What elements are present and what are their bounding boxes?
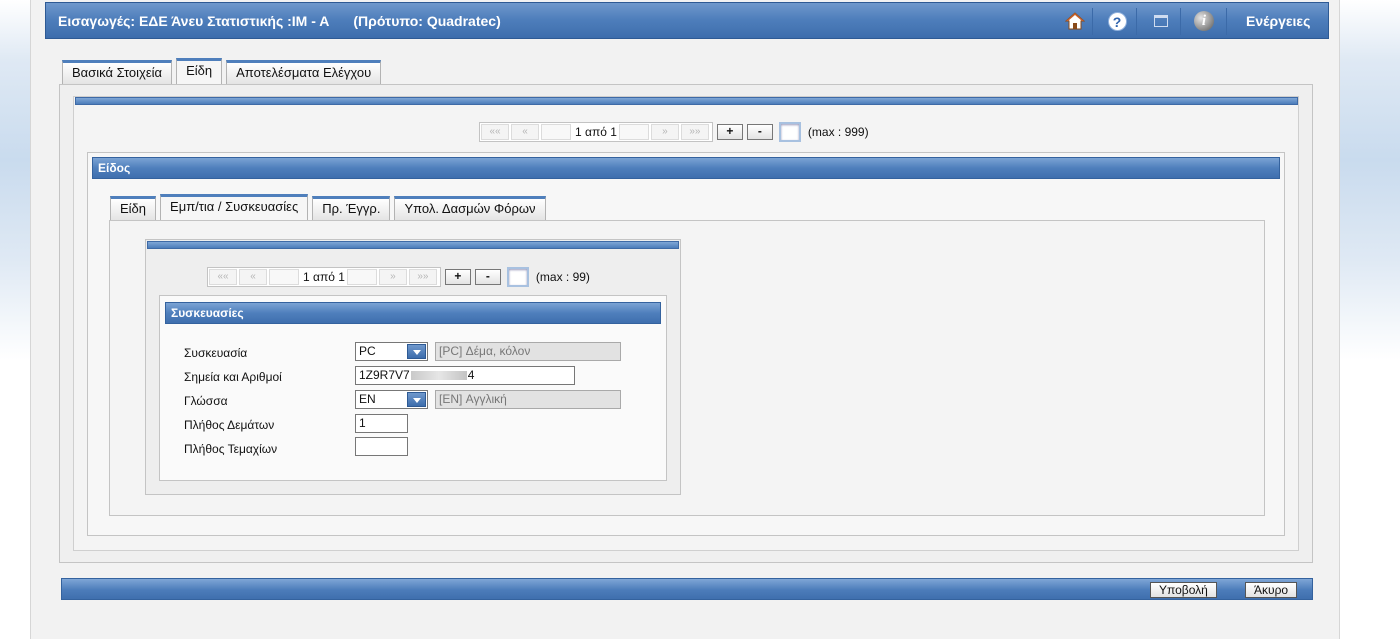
- go-to-package-input[interactable]: [506, 267, 529, 287]
- marks-value-end: 4: [467, 368, 475, 382]
- pager-controls: «« « 1 από 1 » »»: [479, 122, 713, 142]
- marks-numbers-label: Σημεία και Αριθμοί: [184, 370, 282, 384]
- toolbar-separator: [1180, 8, 1181, 35]
- add-item-button[interactable]: +: [716, 124, 743, 140]
- last-page-button[interactable]: »»: [408, 269, 437, 285]
- prev-page-button[interactable]: «: [511, 124, 539, 140]
- language-select[interactable]: EN: [355, 390, 428, 409]
- tab-basic-info[interactable]: Βασικά Στοιχεία: [62, 60, 173, 84]
- title-bar: Εισαγωγές: ΕΔΕ Άνευ Στατιστικής :IM - A (…: [45, 2, 1329, 39]
- tab-previous-documents[interactable]: Πρ. Έγγρ.: [312, 196, 391, 220]
- main-tabs: Βασικά Στοιχεία Είδη Αποτελέσματα Ελέγχο…: [62, 58, 385, 84]
- marks-value-start: 1Z9R7V7: [359, 368, 410, 382]
- packages-top-bar: [147, 241, 679, 249]
- actions-menu[interactable]: Ενέργειες: [1246, 13, 1310, 29]
- items-pager: «« « 1 από 1 » »» + - (max : 999): [479, 122, 869, 142]
- page-status: 1 από 1: [575, 125, 617, 139]
- toolbar-separator: [1092, 8, 1093, 35]
- help-icon[interactable]: ?: [1106, 10, 1128, 32]
- pieces-count-label: Πλήθος Τεμαχίων: [184, 442, 278, 456]
- first-page-button[interactable]: ««: [209, 269, 237, 285]
- package-select[interactable]: PC: [355, 342, 428, 361]
- packages-section-header: Συσκευασίες: [165, 302, 661, 324]
- page-container: Εισαγωγές: ΕΔΕ Άνευ Στατιστικής :IM - A (…: [30, 0, 1340, 639]
- max-items-label: (max : 999): [807, 125, 869, 139]
- bottom-action-bar: Υποβολή Άκυρο: [61, 578, 1313, 600]
- package-value: PC: [359, 344, 376, 358]
- page-title: Εισαγωγές: ΕΔΕ Άνευ Στατιστικής :IM - A (…: [58, 13, 501, 29]
- toolbar-separator: [1226, 8, 1227, 35]
- packages-pager: «« « 1 από 1 » »» + - (max : 99): [207, 267, 590, 287]
- tab-item-goods[interactable]: Είδη: [110, 196, 157, 220]
- item-section-header: Είδος: [92, 157, 1280, 179]
- package-description: [PC] Δέμα, κόλον: [435, 342, 621, 361]
- pager-spacer: [346, 269, 377, 285]
- next-page-button[interactable]: »: [650, 124, 679, 140]
- page-status: 1 από 1: [303, 270, 345, 284]
- go-to-page-input[interactable]: [778, 122, 801, 142]
- tab-items[interactable]: Είδη: [176, 58, 223, 84]
- template-name: (Πρότυπο: Quadratec): [353, 13, 501, 29]
- language-label: Γλώσσα: [184, 394, 228, 408]
- max-packages-label: (max : 99): [535, 270, 590, 284]
- pieces-count-input[interactable]: [355, 437, 408, 456]
- chevron-down-icon[interactable]: [407, 344, 426, 359]
- item-tabs: Είδη Εμπ/τια / Συσκευασίες Πρ. Έγγρ. Υπο…: [110, 194, 550, 220]
- last-page-button[interactable]: »»: [680, 124, 709, 140]
- home-icon[interactable]: [1064, 10, 1086, 32]
- tab-duty-tax-calc[interactable]: Υπολ. Δασμών Φόρων: [394, 196, 546, 220]
- marks-numbers-input[interactable]: 1Z9R7V7 4: [355, 366, 575, 385]
- tab-control-results[interactable]: Αποτελέσματα Ελέγχου: [226, 60, 382, 84]
- items-top-bar: [75, 97, 1298, 105]
- pager-controls: «« « 1 από 1 » »»: [207, 267, 441, 287]
- language-description: [EN] Αγγλική: [435, 390, 621, 409]
- pager-spacer: [618, 124, 649, 140]
- pager-spacer: [541, 124, 571, 140]
- tab-containers-packages[interactable]: Εμπ/τια / Συσκευασίες: [160, 194, 309, 220]
- next-page-button[interactable]: »: [378, 269, 407, 285]
- info-icon[interactable]: i: [1193, 10, 1215, 32]
- parcels-count-input[interactable]: 1: [355, 414, 408, 433]
- add-package-button[interactable]: +: [444, 269, 471, 285]
- declaration-title: Εισαγωγές: ΕΔΕ Άνευ Στατιστικής :IM - A: [58, 13, 330, 29]
- toolbar-separator: [1136, 8, 1137, 35]
- chevron-down-icon[interactable]: [407, 392, 426, 407]
- redacted-text: [410, 371, 467, 381]
- pager-spacer: [269, 269, 299, 285]
- language-value: EN: [359, 392, 376, 406]
- parcels-count-label: Πλήθος Δεμάτων: [184, 418, 275, 432]
- prev-page-button[interactable]: «: [239, 269, 267, 285]
- submit-button[interactable]: Υποβολή: [1150, 582, 1217, 598]
- package-label: Συσκευασία: [184, 346, 248, 360]
- remove-item-button[interactable]: -: [746, 124, 773, 140]
- first-page-button[interactable]: ««: [481, 124, 509, 140]
- cancel-button[interactable]: Άκυρο: [1245, 582, 1298, 598]
- remove-package-button[interactable]: -: [474, 269, 501, 285]
- window-icon[interactable]: [1150, 10, 1172, 32]
